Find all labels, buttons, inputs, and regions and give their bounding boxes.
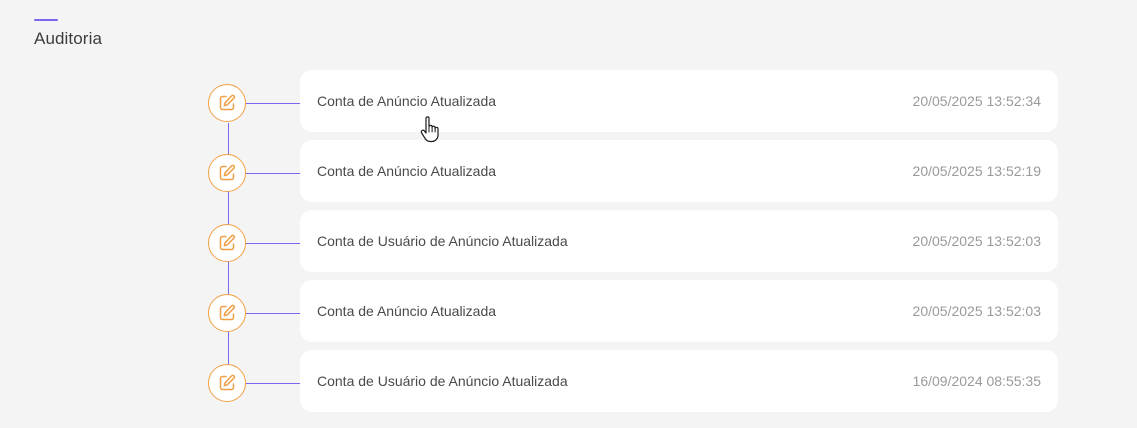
timeline-entry: Conta de Anúncio Atualizada 20/05/2025 1… xyxy=(0,70,1137,132)
audit-timestamp: 16/09/2024 08:55:35 xyxy=(912,373,1041,389)
timeline-entry: Conta de Anúncio Atualizada 20/05/2025 1… xyxy=(0,140,1137,202)
edit-icon xyxy=(219,374,236,391)
timeline-node xyxy=(208,294,246,332)
edit-icon xyxy=(219,94,236,111)
audit-description: Conta de Usuário de Anúncio Atualizada xyxy=(317,233,568,249)
timeline-connector xyxy=(246,243,300,244)
audit-timestamp: 20/05/2025 13:52:03 xyxy=(912,303,1041,319)
hand-cursor-icon xyxy=(420,116,439,143)
timeline-connector xyxy=(246,103,300,104)
edit-icon xyxy=(219,234,236,251)
audit-card[interactable]: Conta de Usuário de Anúncio Atualizada 2… xyxy=(300,210,1058,272)
audit-timestamp: 20/05/2025 13:52:34 xyxy=(912,93,1041,109)
timeline-connector xyxy=(246,173,300,174)
timeline-node xyxy=(208,364,246,402)
edit-icon xyxy=(219,304,236,321)
audit-card[interactable]: Conta de Anúncio Atualizada 20/05/2025 1… xyxy=(300,70,1058,132)
audit-description: Conta de Usuário de Anúncio Atualizada xyxy=(317,373,568,389)
audit-description: Conta de Anúncio Atualizada xyxy=(317,93,497,109)
timeline-entry: Conta de Usuário de Anúncio Atualizada 2… xyxy=(0,210,1137,272)
timeline-connector xyxy=(246,383,300,384)
audit-timestamp: 20/05/2025 13:52:03 xyxy=(912,233,1041,249)
timeline-node xyxy=(208,84,246,122)
audit-timeline: Conta de Anúncio Atualizada 20/05/2025 1… xyxy=(0,0,1137,428)
timeline-node xyxy=(208,224,246,262)
timeline-entry: Conta de Anúncio Atualizada 20/05/2025 1… xyxy=(0,280,1137,342)
audit-card[interactable]: Conta de Anúncio Atualizada 20/05/2025 1… xyxy=(300,140,1058,202)
timeline-entry: Conta de Usuário de Anúncio Atualizada 1… xyxy=(0,350,1137,412)
audit-description: Conta de Anúncio Atualizada xyxy=(317,163,497,179)
audit-timestamp: 20/05/2025 13:52:19 xyxy=(912,163,1041,179)
audit-card[interactable]: Conta de Usuário de Anúncio Atualizada 1… xyxy=(300,350,1058,412)
timeline-node xyxy=(208,154,246,192)
timeline-connector xyxy=(246,313,300,314)
edit-icon xyxy=(219,164,236,181)
audit-card[interactable]: Conta de Anúncio Atualizada 20/05/2025 1… xyxy=(300,280,1058,342)
audit-description: Conta de Anúncio Atualizada xyxy=(317,303,497,319)
